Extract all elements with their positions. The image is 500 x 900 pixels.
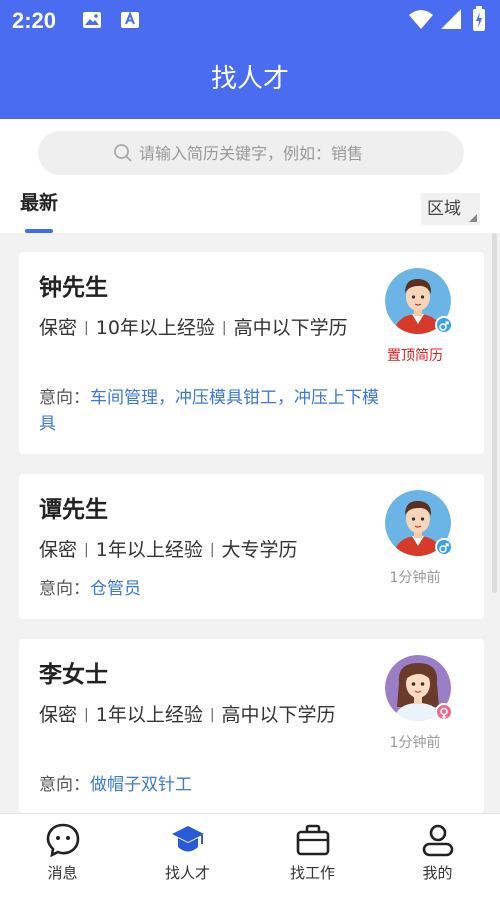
candidate-salary: 保密	[39, 317, 78, 339]
tab-active-indicator	[25, 229, 53, 233]
candidate-intent: 意向：做帽子双针工	[39, 772, 379, 798]
wifi-icon	[408, 8, 434, 34]
candidate-intent: 意向：仓管员	[39, 576, 379, 602]
intent-value: 车间管理，冲压模具钳工，冲压上下模具	[39, 388, 379, 434]
search-icon	[114, 144, 132, 162]
candidate-card[interactable]: 钟先生 保密 | 10年以上经验 | 高中以下学历 意向：车间管理，冲压模具钳工，冲压上…	[19, 252, 484, 454]
bottom-nav: 消息 找人才 找工作 我的	[0, 813, 500, 900]
chat-icon	[46, 823, 80, 858]
dropdown-corner-icon	[469, 214, 477, 222]
intent-value: 做帽子双针工	[90, 775, 192, 795]
meta-separator: |	[84, 542, 89, 558]
candidate-experience: 1年以上经验	[95, 539, 203, 561]
status-bar: 2:20	[0, 0, 500, 44]
page-title: 找人才	[210, 64, 289, 94]
scrollbar[interactable]	[492, 233, 497, 593]
region-filter-button[interactable]: 区域	[421, 193, 480, 225]
battery-icon	[472, 6, 486, 36]
keyboard-notification-icon	[120, 10, 140, 34]
male-gender-icon	[435, 538, 453, 556]
meta-separator: |	[84, 320, 89, 336]
nav-find-job-label: 找工作	[289, 864, 335, 882]
intent-label: 意向：	[39, 775, 90, 795]
nav-find-talent-label: 找人才	[164, 864, 210, 882]
candidate-experience: 10年以上经验	[95, 317, 215, 339]
candidate-meta: 保密 | 1年以上经验 | 高中以下学历	[39, 700, 369, 730]
updated-time: 1分钟前	[389, 570, 441, 586]
image-notification-icon	[82, 10, 102, 34]
search-box[interactable]	[38, 131, 464, 175]
person-icon	[422, 824, 454, 857]
nav-messages[interactable]: 消息	[0, 814, 125, 894]
nav-find-talent[interactable]: 找人才	[125, 814, 250, 894]
intent-value: 仓管员	[90, 579, 141, 599]
updated-time: 1分钟前	[389, 735, 441, 751]
candidate-education: 高中以下学历	[233, 317, 348, 339]
meta-separator: |	[209, 707, 215, 723]
meta-separator: |	[209, 542, 215, 558]
tab-newest[interactable]: 最新	[20, 188, 58, 215]
meta-separator: |	[221, 320, 227, 336]
briefcase-icon	[296, 824, 330, 856]
female-gender-icon	[435, 703, 453, 721]
candidate-education: 大专学历	[221, 539, 298, 561]
signal-icon	[440, 8, 462, 34]
candidate-name: 钟先生	[39, 275, 108, 301]
nav-profile-label: 我的	[422, 864, 453, 882]
candidate-card[interactable]: 李女士 保密 | 1年以上经验 | 高中以下学历 意向：做帽子双针工 1分钟前	[19, 639, 484, 813]
meta-separator: |	[84, 707, 89, 723]
candidate-intent: 意向：车间管理，冲压模具钳工，冲压上下模具	[39, 385, 379, 437]
intent-label: 意向：	[39, 388, 90, 408]
candidate-meta: 保密 | 1年以上经验 | 大专学历	[39, 535, 369, 565]
nav-profile[interactable]: 我的	[375, 814, 500, 894]
male-gender-icon	[435, 316, 453, 334]
app-header: 找人才	[0, 44, 500, 119]
candidate-salary: 保密	[39, 539, 78, 561]
candidate-name: 谭先生	[39, 497, 108, 523]
intent-label: 意向：	[39, 579, 90, 599]
candidate-experience: 1年以上经验	[95, 704, 203, 726]
nav-messages-label: 消息	[47, 864, 78, 882]
status-time: 2:20	[12, 8, 57, 33]
graduation-cap-icon	[172, 826, 204, 852]
region-filter-label: 区域	[427, 199, 461, 219]
search-input[interactable]	[139, 143, 389, 163]
candidate-card[interactable]: 谭先生 保密 | 1年以上经验 | 大专学历 意向：仓管员 1分钟前	[19, 474, 484, 619]
candidate-salary: 保密	[39, 704, 78, 726]
search-section: 最新 区域	[0, 119, 500, 233]
pinned-resume-label: 置顶简历	[387, 348, 443, 364]
nav-find-job[interactable]: 找工作	[250, 814, 375, 894]
candidate-name: 李女士	[39, 662, 108, 688]
candidate-education: 高中以下学历	[221, 704, 336, 726]
candidate-meta: 保密 | 10年以上经验 | 高中以下学历	[39, 313, 369, 343]
